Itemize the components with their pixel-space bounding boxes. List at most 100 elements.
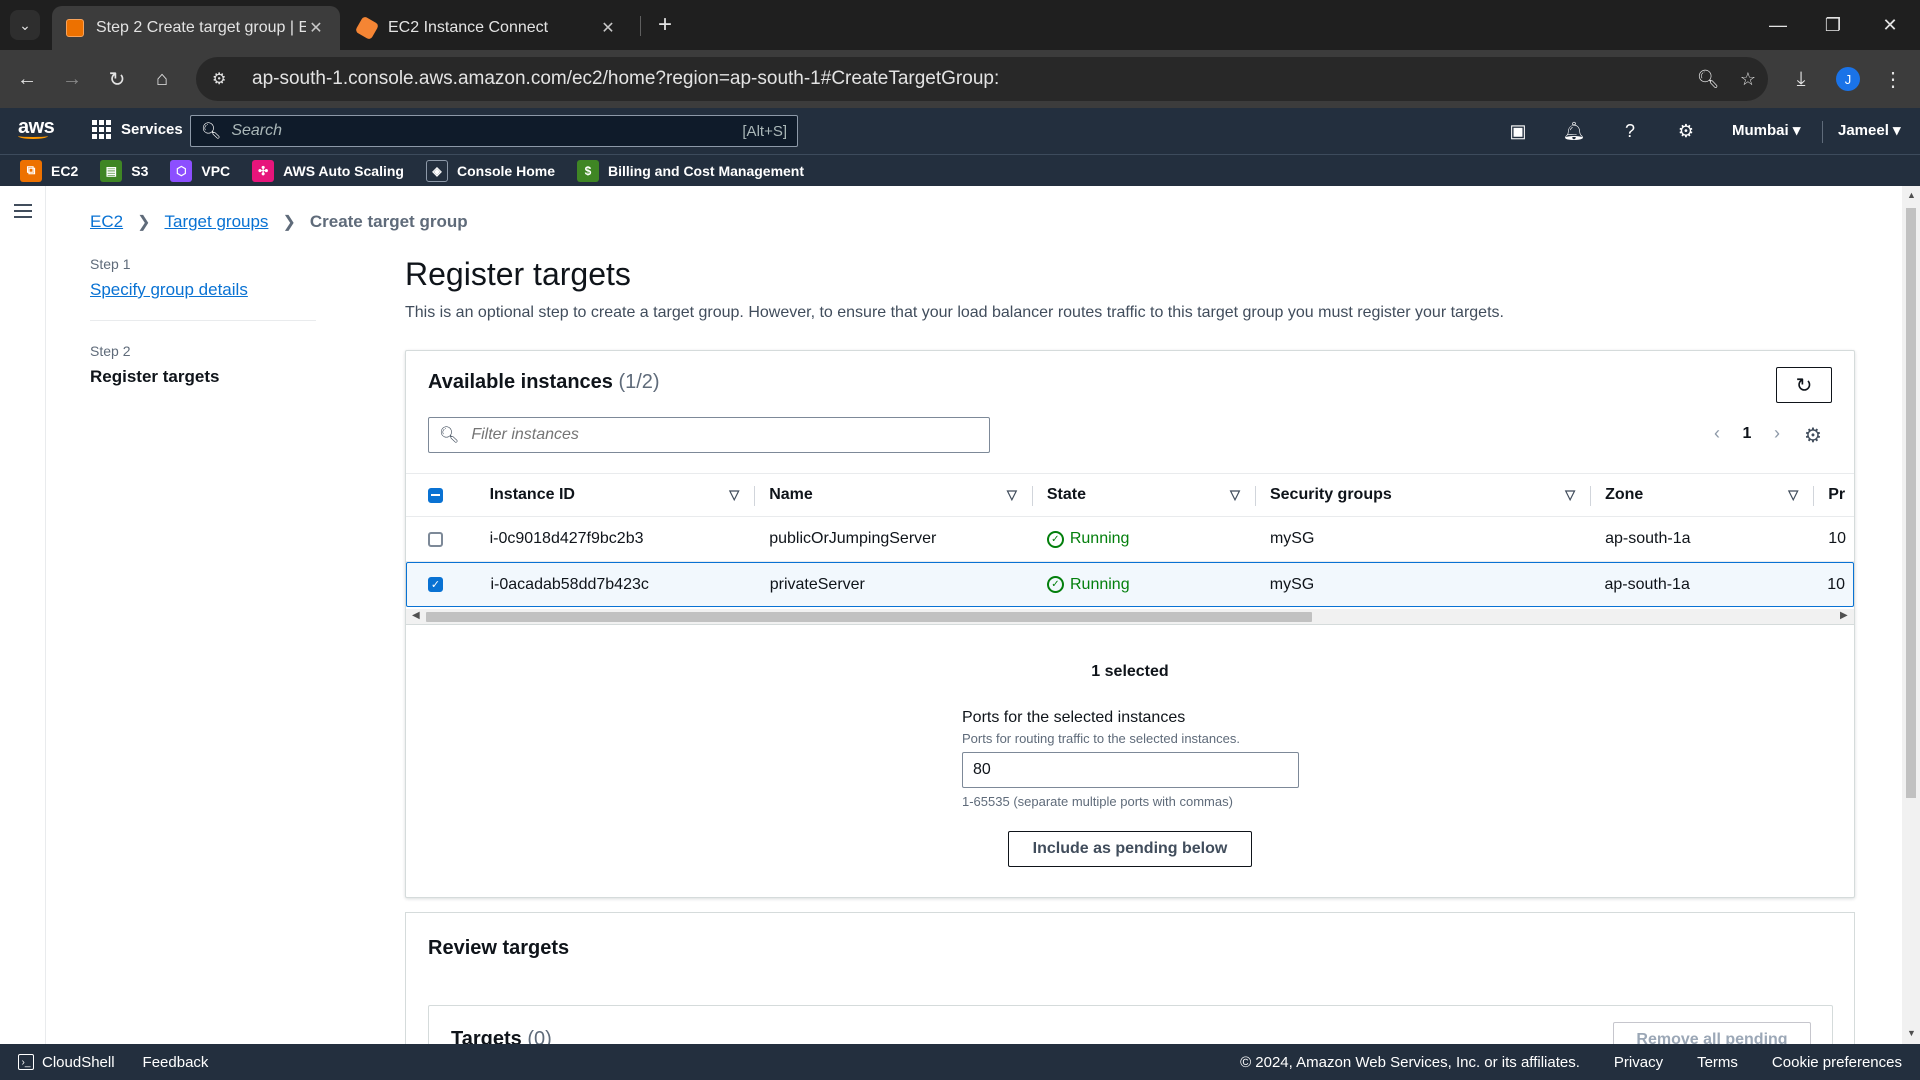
select-all-checkbox[interactable] xyxy=(428,487,443,503)
favorite-billing[interactable]: $ Billing and Cost Management xyxy=(577,159,804,182)
instance-id-cell: i-0c9018d427f9bc2b3 xyxy=(489,530,644,547)
private-ip-cell: 10 xyxy=(1828,530,1847,547)
new-tab-button[interactable]: + xyxy=(650,10,680,40)
column-header-name[interactable]: Name ▽ xyxy=(755,474,1033,516)
instance-name-cell: privateServer xyxy=(769,575,865,593)
site-info-icon[interactable]: ⚙ xyxy=(212,69,236,89)
favorite-auto-scaling[interactable]: ✣ AWS Auto Scaling xyxy=(252,159,404,182)
services-grid-icon xyxy=(92,120,111,139)
column-header-state[interactable]: State ▽ xyxy=(1033,474,1257,516)
breadcrumb-target-groups[interactable]: Target groups xyxy=(164,212,268,232)
include-as-pending-button[interactable]: Include as pending below xyxy=(1008,831,1252,867)
notifications-bell-icon[interactable]: 🔔︎ xyxy=(1562,119,1586,143)
download-icon[interactable]: ⤓ xyxy=(1786,64,1816,94)
wizard-steps: Step 1 Specify group details Step 2 Regi… xyxy=(90,256,316,387)
horizontal-scroll-thumb[interactable] xyxy=(426,612,1312,622)
row-checkbox[interactable] xyxy=(428,531,443,547)
browser-tab-inactive[interactable]: EC2 Instance Connect ✕ xyxy=(344,6,632,50)
horizontal-scrollbar[interactable]: ◀ ▶ xyxy=(406,609,1854,625)
page-title: Register targets xyxy=(405,256,631,292)
cloudshell-terminal-icon[interactable]: ▣ xyxy=(1506,119,1530,143)
tab-title: Step 2 Create target group | EC2 xyxy=(96,19,306,36)
home-icon[interactable]: ⌂ xyxy=(147,64,177,94)
profile-avatar[interactable]: J xyxy=(1836,67,1860,91)
row-checkbox-checked[interactable]: ✓ xyxy=(428,577,443,592)
previous-page-chevron-icon[interactable]: ‹ xyxy=(1702,423,1732,444)
refresh-button[interactable]: ↻ xyxy=(1776,367,1832,403)
instance-state-cell: ✓ Running xyxy=(1033,563,1256,606)
vertical-scrollbar[interactable]: ▲ ▼ xyxy=(1902,186,1920,1044)
ports-input[interactable] xyxy=(962,752,1299,788)
filter-instances-input[interactable] xyxy=(471,426,972,444)
status-running: ✓ Running xyxy=(1046,576,1130,594)
console-footer: ›_ CloudShell Feedback © 2024, Amazon Web… xyxy=(0,1044,1920,1080)
favorite-vpc[interactable]: ⬡ VPC xyxy=(170,159,230,182)
cookie-preferences-link[interactable]: Cookie preferences xyxy=(1772,1054,1902,1071)
ports-description: Ports for routing traffic to the selecte… xyxy=(962,731,1240,746)
private-ip-cell: 10 xyxy=(1827,575,1846,593)
next-page-chevron-icon[interactable]: › xyxy=(1762,423,1792,444)
search-placeholder: Search xyxy=(231,122,283,139)
browser-tab-active[interactable]: Step 2 Create target group | EC2 ✕ xyxy=(52,6,340,50)
forward-arrow-icon[interactable]: → xyxy=(57,64,87,94)
side-navigation-panel xyxy=(0,186,46,1044)
minimize-button[interactable]: — xyxy=(1760,10,1796,40)
feedback-link[interactable]: Feedback xyxy=(143,1054,209,1071)
services-menu-button[interactable]: Services xyxy=(92,120,183,139)
hamburger-menu-icon[interactable] xyxy=(14,204,32,222)
privacy-link[interactable]: Privacy xyxy=(1614,1054,1663,1071)
back-arrow-icon[interactable]: ← xyxy=(12,64,42,94)
favorite-ec2[interactable]: ⧉ EC2 xyxy=(20,159,78,182)
favorite-console-home[interactable]: ◈ Console Home xyxy=(425,159,555,182)
ec2-service-icon: ⧉ xyxy=(20,159,42,182)
sort-caret-icon: ▽ xyxy=(729,487,740,502)
billing-service-icon: $ xyxy=(577,159,599,182)
column-header-instance-id[interactable]: Instance ID ▽ xyxy=(476,474,756,516)
table-row[interactable]: i-0c9018d427f9bc2b3 publicOrJumpingServe… xyxy=(406,517,1854,562)
tab-close-icon[interactable]: ✕ xyxy=(598,18,618,38)
step1-link[interactable]: Specify group details xyxy=(90,280,316,300)
column-header-zone[interactable]: Zone ▽ xyxy=(1591,474,1815,516)
account-menu[interactable]: Jameel ▾ xyxy=(1838,121,1901,139)
scroll-up-arrow-icon[interactable]: ▲ xyxy=(1907,190,1916,200)
favorite-s3[interactable]: ▤ S3 xyxy=(100,159,148,182)
cube-favicon-icon xyxy=(354,15,380,41)
current-page-number[interactable]: 1 xyxy=(1732,425,1762,443)
review-targets-panel: Review targets Targets (0) Remove all pe… xyxy=(405,912,1855,1044)
table-row-selected[interactable]: ✓ i-0acadab58dd7b423c privateServer ✓ Run… xyxy=(406,562,1854,607)
tab-search-icon[interactable]: ⌄ xyxy=(10,10,40,40)
column-header-security-groups[interactable]: Security groups ▽ xyxy=(1256,474,1592,516)
vertical-scroll-thumb[interactable] xyxy=(1906,208,1916,798)
scroll-right-arrow-icon[interactable]: ▶ xyxy=(1840,610,1848,621)
column-header-private-ip[interactable]: Pr xyxy=(1814,474,1854,516)
bookmark-star-icon[interactable]: ☆ xyxy=(1728,69,1768,90)
address-bar[interactable]: ⚙ ap-south-1.console.aws.amazon.com/ec2/… xyxy=(196,57,1768,101)
terms-link[interactable]: Terms xyxy=(1697,1054,1738,1071)
reload-icon[interactable]: ↻ xyxy=(102,64,132,94)
step2-label: Step 2 xyxy=(90,343,131,359)
settings-gear-icon[interactable]: ⚙ xyxy=(1674,119,1698,143)
help-icon[interactable]: ? xyxy=(1618,119,1642,143)
zoom-icon[interactable]: 🔍︎ xyxy=(1688,69,1728,90)
restore-button[interactable]: ❐ xyxy=(1815,10,1851,40)
scroll-down-arrow-icon[interactable]: ▼ xyxy=(1907,1028,1916,1038)
cloudshell-button[interactable]: ›_ CloudShell xyxy=(18,1054,115,1071)
targets-title: Targets (0) xyxy=(451,1028,552,1044)
close-window-button[interactable]: ✕ xyxy=(1872,10,1908,40)
tab-close-icon[interactable]: ✕ xyxy=(306,18,326,38)
filter-instances-field[interactable]: 🔍︎ xyxy=(428,417,990,453)
url-text[interactable]: ap-south-1.console.aws.amazon.com/ec2/ho… xyxy=(252,68,1688,90)
aws-logo[interactable]: aws xyxy=(18,116,55,139)
pagination: ‹ 1 › xyxy=(1702,423,1792,444)
aws-search-input[interactable]: 🔍︎ Search [Alt+S] xyxy=(190,115,798,147)
breadcrumb-ec2[interactable]: EC2 xyxy=(90,212,123,232)
region-selector[interactable]: Mumbai ▾ xyxy=(1732,121,1800,139)
table-preferences-gear-icon[interactable]: ⚙ xyxy=(1804,423,1822,448)
scroll-left-arrow-icon[interactable]: ◀ xyxy=(412,610,420,621)
ec2-favicon-icon xyxy=(66,19,84,37)
remove-all-pending-button[interactable]: Remove all pending xyxy=(1613,1022,1811,1044)
row-select-cell: ✓ xyxy=(407,563,477,606)
wizard-divider xyxy=(90,320,316,321)
search-icon: 🔍︎ xyxy=(201,123,222,140)
browser-menu-icon[interactable]: ⋮ xyxy=(1878,64,1908,94)
